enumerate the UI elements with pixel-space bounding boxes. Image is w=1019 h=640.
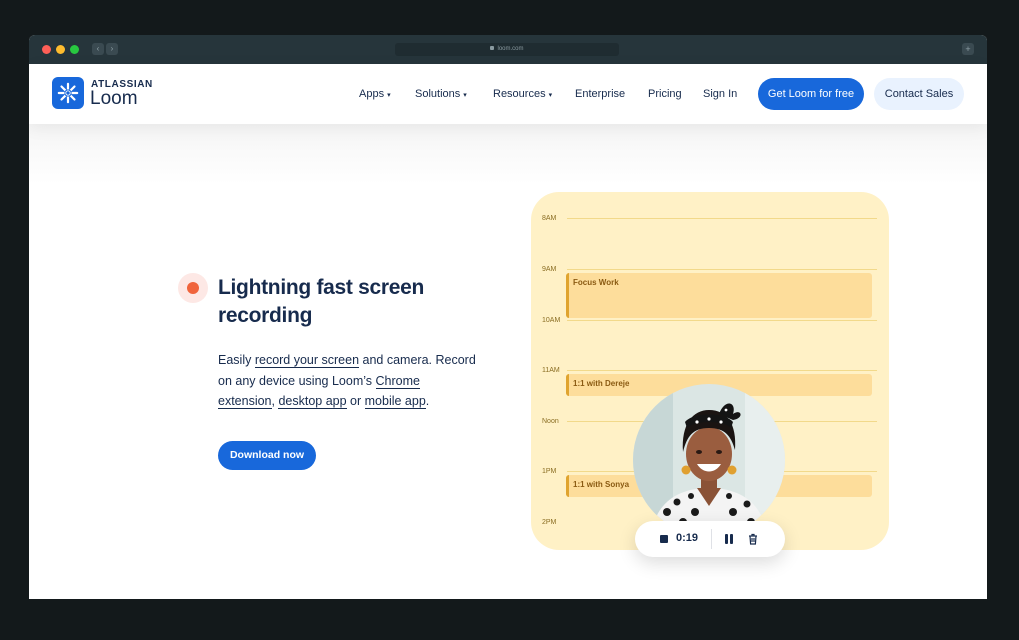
brand-product[interactable]: Loom	[90, 88, 138, 110]
hour-gridline	[567, 320, 877, 321]
record-screen-link[interactable]: record your screen	[254, 353, 360, 368]
new-tab-plus-icon[interactable]: +	[962, 43, 974, 55]
hour-label: 9AM	[542, 266, 557, 273]
desktop-app-link[interactable]: desktop app	[278, 394, 347, 409]
hour-label: Noon	[542, 418, 559, 425]
hour-gridline	[567, 218, 877, 219]
download-now-button[interactable]: Download now	[218, 441, 316, 470]
hour-label: 8AM	[542, 215, 557, 222]
address-bar-url: loom.com	[497, 46, 524, 52]
hour-gridline	[567, 269, 877, 270]
get-loom-free-button[interactable]: Get Loom for free	[758, 78, 864, 110]
hero-section: Lightning fast screen recording Easily r…	[29, 124, 987, 599]
caret-down-icon: ▾	[463, 92, 467, 99]
browser-window: ‹ › loom.com + ATLASSIAN Loom Apps ▾ Solu…	[29, 35, 987, 599]
desc-text: Easily	[218, 353, 255, 367]
caret-down-icon: ▾	[387, 92, 391, 99]
close-window-button[interactable]	[42, 45, 51, 54]
hero-headline: Lightning fast screen recording	[218, 276, 425, 327]
site-header: ATLASSIAN Loom Apps ▾ Solutions ▾ Resource…	[29, 64, 987, 124]
desc-text: .	[425, 394, 430, 408]
back-arrow-icon[interactable]: ‹	[92, 43, 104, 55]
lock-icon	[490, 46, 495, 51]
hour-label: 1PM	[542, 468, 557, 475]
trash-icon[interactable]	[748, 533, 758, 545]
nav-item-resources[interactable]: Resources ▾	[493, 88, 552, 100]
mobile-app-link[interactable]: mobile app	[364, 394, 426, 409]
minimize-window-button[interactable]	[56, 45, 65, 54]
record-dot-icon	[178, 273, 208, 303]
maximize-window-button[interactable]	[70, 45, 79, 54]
calendar-event: Focus Work	[566, 273, 872, 318]
nav-item-sign-in[interactable]: Sign In	[703, 88, 737, 100]
nav-item-pricing[interactable]: Pricing	[648, 88, 682, 100]
loom-logo-icon[interactable]	[52, 77, 84, 109]
controls-divider	[711, 529, 712, 549]
browser-toolbar: ‹ › loom.com +	[29, 35, 987, 64]
nav-item-label: Apps	[359, 88, 385, 100]
nav-item-solutions[interactable]: Solutions ▾	[415, 88, 467, 100]
presenter-avatar-icon	[633, 384, 785, 536]
address-bar[interactable]: loom.com	[395, 43, 619, 56]
hour-label: 10AM	[542, 317, 561, 324]
nav-item-label: Resources	[493, 88, 546, 100]
nav-item-label: Solutions	[415, 88, 461, 100]
hour-label: 2PM	[542, 519, 557, 526]
pause-icon[interactable]	[724, 534, 734, 544]
desc-text: or	[346, 394, 365, 408]
contact-sales-button[interactable]: Contact Sales	[874, 78, 964, 110]
hour-gridline	[567, 370, 877, 371]
recording-timer: 0:19	[676, 532, 699, 544]
caret-down-icon: ▾	[548, 92, 553, 99]
nav-item-enterprise[interactable]: Enterprise	[575, 88, 625, 100]
nav-item-apps[interactable]: Apps ▾	[359, 88, 391, 100]
hero-description: Easily record your screen and camera. Re…	[218, 350, 478, 412]
stop-recording-icon[interactable]	[660, 535, 668, 543]
recording-controls: 0:19	[635, 521, 785, 557]
forward-arrow-icon[interactable]: ›	[106, 43, 118, 55]
webcam-bubble	[633, 384, 785, 536]
hour-label: 11AM	[542, 367, 560, 374]
loom-starburst-icon	[57, 82, 79, 104]
